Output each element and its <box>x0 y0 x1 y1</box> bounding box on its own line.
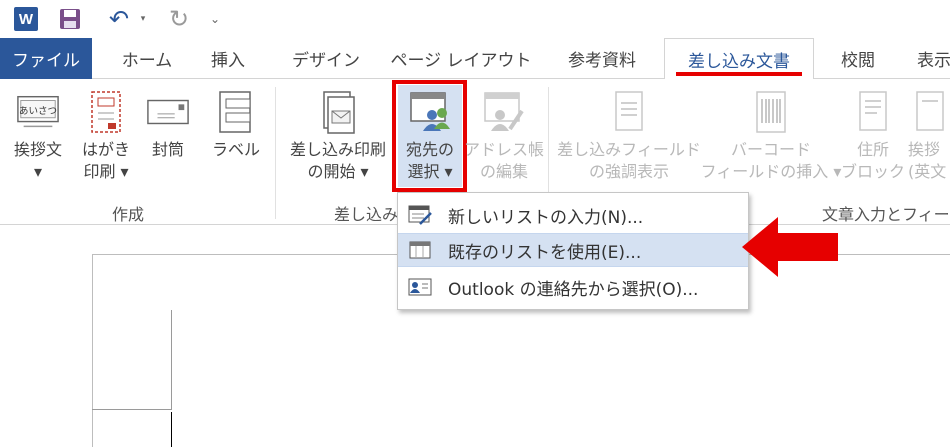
envelope-icon <box>146 85 190 139</box>
insert-barcode-field-label-2: フィールドの挿入 ▾ <box>700 162 842 181</box>
labels-label: ラベル <box>211 140 260 159</box>
barcode-icon <box>749 85 793 139</box>
address-block-icon <box>851 85 895 139</box>
edit-recipient-list-button[interactable]: アドレス帳 の編集 <box>464 85 545 183</box>
text-cursor <box>171 412 172 447</box>
edit-recipient-list-label-2: の編集 <box>479 162 528 181</box>
start-mail-merge-icon <box>316 85 360 139</box>
greeting-card-icon: あいさつ <box>16 85 60 139</box>
existing-list-icon <box>398 233 442 267</box>
group-divider <box>275 87 276 219</box>
highlight-merge-fields-icon <box>607 85 651 139</box>
start-mail-merge-button[interactable]: 差し込み印刷 の開始 ▾ <box>284 85 392 183</box>
greeting-line-label: 挨拶 <box>908 140 941 159</box>
word-logo-icon: W <box>14 7 38 31</box>
envelope-button[interactable]: 封筒 <box>140 85 196 161</box>
tab-home[interactable]: ホーム <box>104 38 190 79</box>
create-group-label: 作成 <box>112 205 145 224</box>
new-list-icon <box>398 198 442 232</box>
menu-item-outlook-contacts-label: Outlook の連絡先から選択(O)... <box>448 279 699 300</box>
menu-item-new-list[interactable]: 新しいリストの入力(N)... <box>398 198 748 232</box>
tab-page-layout[interactable]: ページ レイアウト <box>386 38 536 79</box>
margin-mark-horizontal <box>92 409 172 410</box>
select-recipients-red-box <box>392 80 467 192</box>
quick-access-toolbar: W ↶ ▾ ↻ ⌄ <box>0 0 950 38</box>
address-block-button[interactable]: 住所 ブロック <box>841 85 906 183</box>
greeting-label: 挨拶文 <box>13 140 62 159</box>
tab-review[interactable]: 校閲 <box>826 38 890 79</box>
save-icon[interactable] <box>58 6 82 32</box>
address-block-label-2: ブロック <box>841 162 906 181</box>
margin-mark-vertical <box>171 310 172 410</box>
redo-icon[interactable]: ↻ <box>166 5 192 33</box>
labels-button[interactable]: ラベル <box>208 85 264 161</box>
insert-barcode-field-button[interactable]: バーコード フィールドの挿入 ▾ <box>701 85 841 183</box>
outlook-contacts-icon <box>398 270 442 304</box>
greeting-line-button[interactable]: 挨拶 (英文 <box>908 85 950 183</box>
select-recipients-menu: 新しいリストの入力(N)... 既存のリストを使用(E)... Outlook … <box>397 192 749 310</box>
postcard-label: はがき <box>81 140 130 159</box>
svg-text:あいさつ: あいさつ <box>19 106 57 117</box>
insert-barcode-field-label: バーコード <box>730 140 811 159</box>
edit-recipient-list-label: アドレス帳 <box>464 140 545 159</box>
tab-design[interactable]: デザイン <box>276 38 376 79</box>
menu-item-use-existing-list-label: 既存のリストを使用(E)... <box>448 242 642 263</box>
labels-icon <box>214 85 258 139</box>
greeting-line-icon <box>908 85 950 139</box>
undo-dropdown-icon[interactable]: ▾ <box>137 6 149 32</box>
start-mail-merge-label: 差し込み印刷 <box>289 140 386 159</box>
postcard-print-button[interactable]: はがき 印刷 ▾ <box>76 85 136 183</box>
tab-file[interactable]: ファイル <box>0 38 92 79</box>
tab-view[interactable]: 表示 <box>904 38 950 79</box>
highlight-merge-fields-label: 差し込みフィールド <box>557 140 701 159</box>
address-block-label: 住所 <box>856 140 889 159</box>
start-group-label: 差し込み <box>334 205 399 224</box>
highlight-merge-fields-label-2: の強調表示 <box>588 162 669 181</box>
envelope-label: 封筒 <box>151 140 184 159</box>
greeting-card-button[interactable]: あいさつ 挨拶文 ▾ <box>8 85 68 183</box>
greeting-dropdown-icon: ▾ <box>33 162 43 181</box>
customize-qat-icon[interactable]: ⌄ <box>208 6 222 32</box>
menu-item-new-list-label: 新しいリストの入力(N)... <box>448 207 644 228</box>
start-mail-merge-label-2: の開始 ▾ <box>307 162 369 181</box>
postcard-label-2: 印刷 ▾ <box>83 162 129 181</box>
red-pointer-arrow-icon <box>742 217 838 277</box>
tab-insert[interactable]: 挿入 <box>196 38 260 79</box>
mailings-tab-highlight <box>676 72 802 76</box>
edit-recipient-list-icon <box>482 85 526 139</box>
highlight-merge-fields-button[interactable]: 差し込みフィールド の強調表示 <box>556 85 702 183</box>
ribbon-tabs: ファイル ホーム 挿入 デザイン ページ レイアウト 参考資料 差し込み文書 校… <box>0 38 950 80</box>
postcard-icon <box>84 85 128 139</box>
undo-icon[interactable]: ↶ <box>106 5 132 33</box>
menu-item-use-existing-list[interactable]: 既存のリストを使用(E)... <box>398 233 748 267</box>
tab-references[interactable]: 参考資料 <box>550 38 654 79</box>
write-group-label: 文章入力とフィー <box>822 205 950 224</box>
greeting-line-label-2: (英文 <box>908 162 947 181</box>
menu-item-outlook-contacts[interactable]: Outlook の連絡先から選択(O)... <box>398 270 748 304</box>
